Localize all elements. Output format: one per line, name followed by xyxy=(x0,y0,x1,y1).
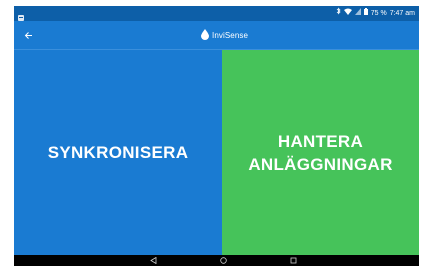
battery-percent: 75 % xyxy=(370,10,387,17)
system-nav-bar xyxy=(14,255,419,266)
signal-icon xyxy=(354,7,361,20)
sync-label: SYNKRONISERA xyxy=(47,143,189,162)
battery-icon xyxy=(363,7,368,20)
bluetooth-icon xyxy=(336,7,341,20)
app-bar: InviSense xyxy=(14,21,419,50)
notification-icon xyxy=(17,9,25,21)
recents-square-icon[interactable] xyxy=(285,255,301,266)
wifi-icon xyxy=(343,7,352,20)
status-bar: 75 % 7:47 am xyxy=(14,6,419,21)
manage-facilities-tile[interactable]: HANTERA ANLÄGGNINGAR xyxy=(222,50,419,255)
status-time: 7:47 am xyxy=(389,10,415,17)
home-circle-icon[interactable] xyxy=(215,255,231,266)
device-screen: 75 % 7:47 am InviSense SYNKRONISERA HANT… xyxy=(14,6,419,266)
manage-label-line2: ANLÄGGNINGAR xyxy=(248,154,393,174)
app-logo: InviSense xyxy=(201,27,249,45)
manage-facilities-label: HANTERA ANLÄGGNINGAR xyxy=(248,130,392,176)
brand-name: InviSense xyxy=(212,31,249,40)
status-icons: 75 % 7:47 am xyxy=(336,7,415,20)
arrow-back-icon[interactable] xyxy=(18,21,38,50)
manage-label-line1: HANTERA xyxy=(277,131,364,151)
sync-tile[interactable]: SYNKRONISERA xyxy=(14,50,222,255)
water-drop-icon xyxy=(201,27,209,45)
back-triangle-icon[interactable] xyxy=(145,255,161,266)
